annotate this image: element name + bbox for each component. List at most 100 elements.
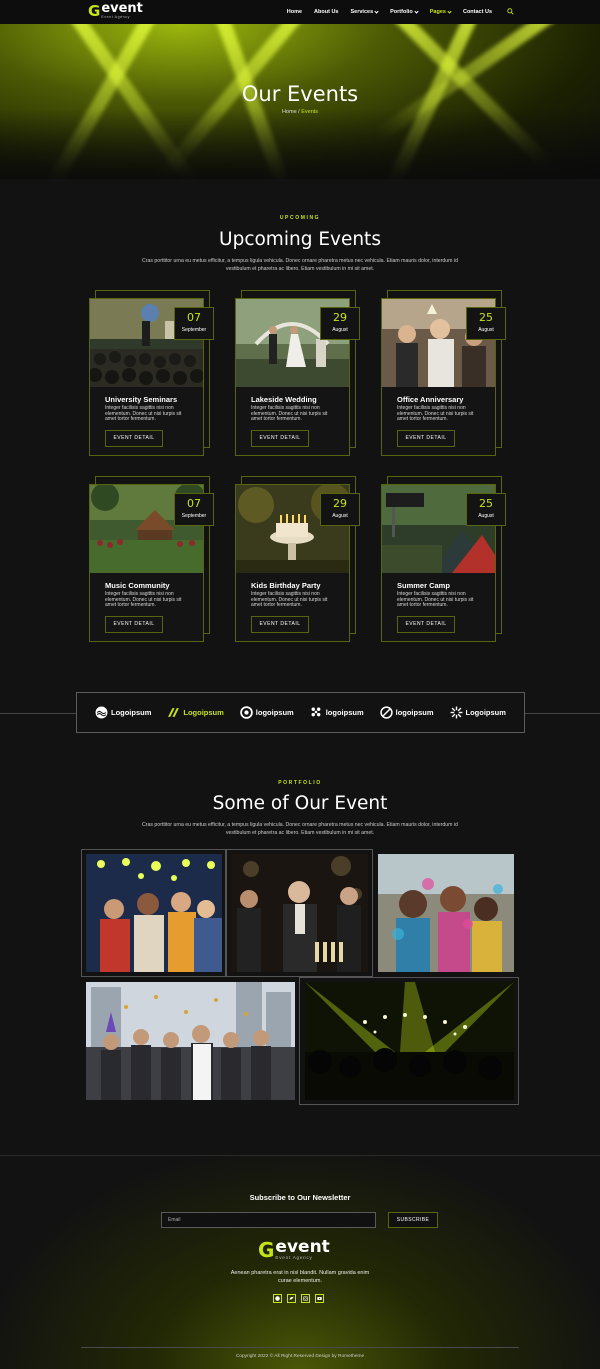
- logo-tagline: Event Agency: [275, 1255, 313, 1260]
- event-detail-button[interactable]: EVENT DETAIL: [397, 430, 455, 447]
- upcoming-title: Upcoming Events: [219, 229, 381, 250]
- event-description: Integer facilisis sagittis nisi non elem…: [251, 591, 328, 609]
- nav-label: Contact Us: [462, 9, 492, 15]
- event-description: Integer facilisis sagittis nisi non elem…: [251, 405, 328, 423]
- partner-logo[interactable]: logoipsum: [240, 706, 294, 719]
- event-month: September: [181, 327, 207, 333]
- slash-circle-icon: [379, 706, 393, 719]
- card-body: 25 August Office Anniversary Integer fac…: [381, 298, 506, 456]
- logo-tagline: Event Agency: [101, 15, 130, 19]
- partner-name: Logoipsum: [465, 708, 506, 717]
- footer-text: Aenean pharetra erat in nisl blandit. Nu…: [230, 1270, 370, 1284]
- twitter-icon[interactable]: [287, 1294, 296, 1303]
- card-body: 25 August Summer Camp Integer facilisis …: [381, 484, 506, 642]
- event-card: 29 August Lakeside Wedding Integer facil…: [235, 290, 360, 456]
- portfolio-photo-friends-party[interactable]: [86, 854, 222, 972]
- event-card: 25 August Office Anniversary Integer fac…: [381, 290, 506, 456]
- instagram-icon[interactable]: [301, 1294, 310, 1303]
- portfolio-photo-color-festival[interactable]: [378, 854, 514, 972]
- card-body: 07 September Music Community Integer fac…: [89, 484, 214, 642]
- upcoming-text: Cras porttitor urna eu metus efficitur, …: [142, 258, 458, 272]
- event-month: September: [181, 513, 207, 519]
- nav-item-home[interactable]: Home: [287, 9, 302, 15]
- event-date-badge: 29 August: [320, 307, 360, 340]
- event-detail-button[interactable]: EVENT DETAIL: [251, 430, 309, 447]
- nav-item-about[interactable]: About Us: [314, 9, 338, 15]
- logo-mark: G: [88, 2, 101, 20]
- card-body: 29 August Kids Birthday Party Integer fa…: [235, 484, 360, 642]
- event-description: Integer facilisis sagittis nisi non elem…: [397, 591, 474, 609]
- event-month: August: [478, 513, 494, 519]
- portfolio-photo-confetti-party[interactable]: [86, 982, 295, 1100]
- partner-logo[interactable]: logoipsum: [310, 706, 364, 719]
- event-detail-button[interactable]: EVENT DETAIL: [251, 616, 309, 633]
- event-title: University Seminars: [105, 395, 178, 404]
- event-card: 07 September Music Community Integer fac…: [89, 476, 214, 642]
- site-footer: Subscribe to Our Newsletter Email SUBSCR…: [0, 1155, 600, 1369]
- email-input[interactable]: Email: [161, 1212, 376, 1228]
- partner-logo[interactable]: Logoipsum: [167, 706, 224, 719]
- event-detail-button[interactable]: EVENT DETAIL: [105, 616, 163, 633]
- burst-icon: [450, 706, 462, 719]
- nav-item-pages[interactable]: Pages: [430, 8, 452, 15]
- search-icon[interactable]: [507, 8, 514, 15]
- site-logo[interactable]: G event Event Agency: [88, 2, 143, 21]
- breadcrumb-current: Events: [301, 109, 319, 115]
- facebook-icon[interactable]: [273, 1294, 282, 1303]
- event-day: 25: [479, 497, 493, 510]
- event-detail-button[interactable]: EVENT DETAIL: [397, 616, 455, 633]
- nav-item-services[interactable]: Services: [350, 8, 379, 15]
- event-title: Summer Camp: [397, 581, 450, 590]
- dots-icon: [311, 707, 321, 717]
- partner-logos: Logoipsum Logoipsum logoipsum logoipsum …: [76, 692, 525, 733]
- portfolio-text: Cras porttitor urna eu metus efficitur, …: [142, 822, 458, 836]
- nav-item-contact[interactable]: Contact Us: [463, 9, 492, 15]
- event-description: Integer facilisis sagittis nisi non elem…: [105, 405, 182, 423]
- event-date-badge: 07 September: [174, 307, 214, 340]
- hero-shade: [0, 109, 600, 179]
- event-day: 29: [333, 497, 347, 510]
- youtube-icon[interactable]: [315, 1294, 324, 1303]
- social-links: [273, 1294, 324, 1303]
- nav-item-portfolio[interactable]: Portfolio: [390, 8, 419, 15]
- event-card: 07 September University Seminars Integer…: [89, 290, 214, 456]
- event-date-badge: 07 September: [174, 493, 214, 526]
- newsletter-title: Subscribe to Our Newsletter: [249, 1193, 351, 1202]
- partner-logo[interactable]: Logoipsum: [450, 706, 506, 719]
- event-month: August: [332, 327, 348, 333]
- portfolio-photo-concert-crowd[interactable]: [305, 982, 514, 1100]
- partner-logo[interactable]: Logoipsum: [95, 706, 151, 719]
- event-date-badge: 29 August: [320, 493, 360, 526]
- partner-name: logoipsum: [325, 708, 364, 717]
- event-month: August: [478, 327, 494, 333]
- top-navbar: G event Event Agency Home About Us Servi…: [0, 0, 600, 24]
- event-detail-button[interactable]: EVENT DETAIL: [105, 430, 163, 447]
- subscribe-button[interactable]: SUBSCRIBE: [388, 1212, 438, 1228]
- divider: [0, 713, 76, 714]
- portfolio-eyebrow: PORTFOLIO: [278, 780, 322, 786]
- breadcrumb-home[interactable]: Home: [282, 109, 297, 115]
- nav-label: About Us: [314, 9, 339, 15]
- portfolio-photo-champagne-toast[interactable]: [231, 854, 368, 972]
- main-menu: Home About Us Services Portfolio Pages C…: [287, 0, 492, 24]
- event-month: August: [332, 513, 348, 519]
- event-title: Lakeside Wedding: [251, 395, 317, 404]
- card-body: 07 September University Seminars Integer…: [89, 298, 214, 456]
- partner-name: Logoipsum: [110, 708, 152, 717]
- event-description: Integer facilisis sagittis nisi non elem…: [397, 405, 474, 423]
- copyright-text: Copyright 2022 © All Right Reserved Desi…: [235, 1354, 365, 1359]
- partner-name: logoipsum: [395, 708, 434, 717]
- event-title: Kids Birthday Party: [251, 581, 321, 590]
- chevron-down-icon: [414, 8, 419, 14]
- event-card: 25 August Summer Camp Integer facilisis …: [381, 476, 506, 642]
- event-date-badge: 25 August: [466, 493, 506, 526]
- footer-logo[interactable]: G event Event Agency: [258, 1239, 330, 1261]
- footer-divider: [81, 1347, 519, 1348]
- nav-label: Home: [286, 9, 303, 15]
- nav-label: Services: [350, 9, 374, 15]
- card-body: 29 August Lakeside Wedding Integer facil…: [235, 298, 360, 456]
- partner-logo[interactable]: logoipsum: [379, 706, 434, 719]
- ring-icon: [240, 706, 253, 719]
- upcoming-eyebrow: UPCOMING: [279, 215, 321, 221]
- event-day: 07: [187, 497, 201, 510]
